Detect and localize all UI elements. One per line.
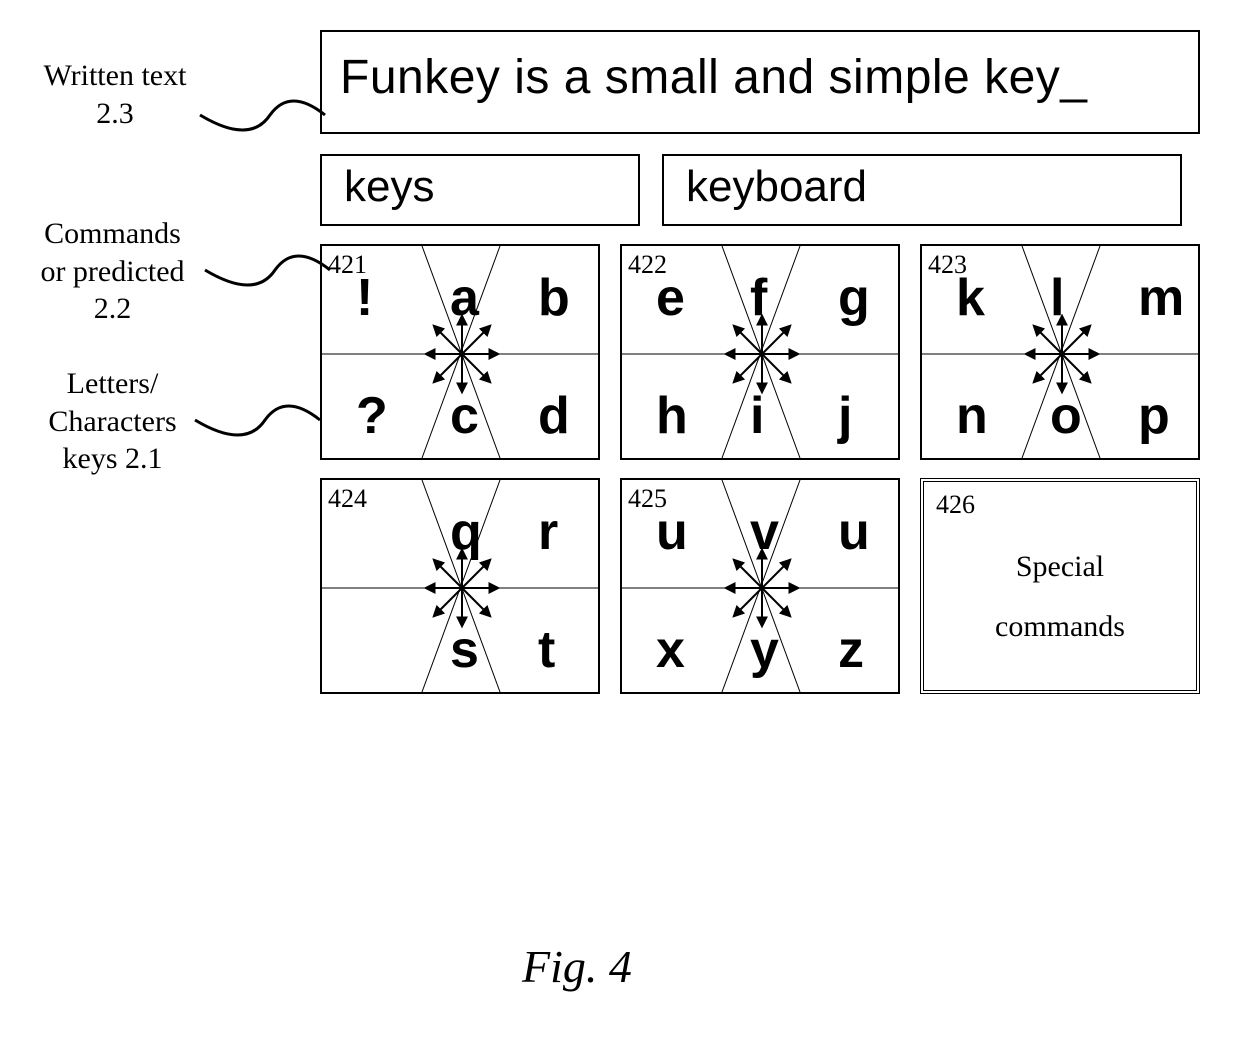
prediction-2[interactable]: keyboard [662,154,1182,226]
prediction-1[interactable]: keys [320,154,640,226]
char-s: s [450,620,479,680]
key-cell-421[interactable]: 421 ! a b ? c d [320,244,600,460]
cell-ref-number: 426 [936,490,975,520]
cell-ref-number: 422 [628,250,667,280]
character-key-grid: 421 ! a b ? c d 422 e f g h i j 423 k l … [320,244,1200,694]
char-d: d [538,386,570,446]
char-q: q [450,502,482,562]
cell-ref-number: 425 [628,484,667,514]
key-cell-422[interactable]: 422 e f g h i j [620,244,900,460]
char-r: r [538,502,558,562]
char-c: c [450,386,479,446]
prediction-row: keys keyboard [320,154,1200,226]
annotation-commands-predicted: Commandsor predicted2.2 [15,215,210,328]
special-commands-label: Special commands [924,537,1196,657]
char-h: h [656,386,688,446]
connector-2 [200,230,340,310]
char-y: y [750,620,779,680]
char-g: g [838,268,870,328]
char-o: o [1050,386,1082,446]
char-m: m [1138,268,1184,328]
char-question: ? [356,386,388,446]
cell-ref-number: 423 [928,250,967,280]
connector-1 [195,75,335,155]
special-line1: Special [924,537,1196,597]
figure-caption: Fig. 4 [522,940,632,993]
char-z: z [838,620,864,680]
char-v: v [750,502,779,562]
char-f: f [750,268,767,328]
char-b: b [538,268,570,328]
key-cell-423[interactable]: 423 k l m n o p [920,244,1200,460]
key-cell-425[interactable]: 425 u v u x y z [620,478,900,694]
written-text-box: Funkey is a small and simple key_ [320,30,1200,134]
cell-ref-number: 424 [328,484,367,514]
special-line2: commands [924,597,1196,657]
char-i: i [750,386,764,446]
annotation-written-text: Written text2.3 [30,57,200,132]
char-u2: u [838,502,870,562]
char-t: t [538,620,555,680]
key-cell-special-426[interactable]: 426 Special commands [920,478,1200,694]
char-a: a [450,268,479,328]
annotation-letters-keys: Letters/Characterskeys 2.1 [30,365,195,478]
connector-3 [190,380,330,460]
char-n: n [956,386,988,446]
char-l: l [1050,268,1064,328]
char-p: p [1138,386,1170,446]
char-j: j [838,386,852,446]
cell-ref-number: 421 [328,250,367,280]
key-cell-424[interactable]: 424 q r s t [320,478,600,694]
char-x: x [656,620,685,680]
